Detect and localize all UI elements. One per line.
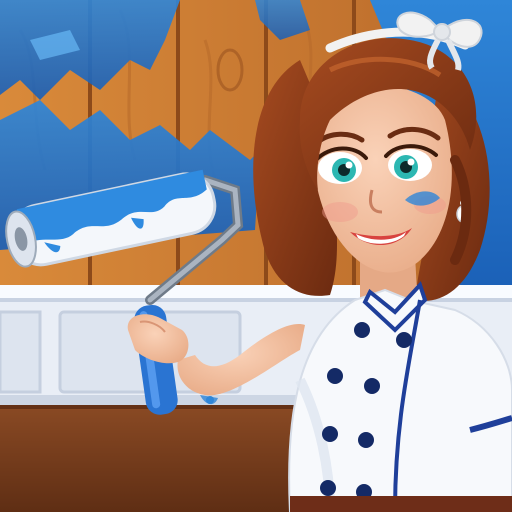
apron-edge (290, 496, 512, 512)
illustration (0, 0, 512, 512)
game-art (0, 0, 512, 512)
